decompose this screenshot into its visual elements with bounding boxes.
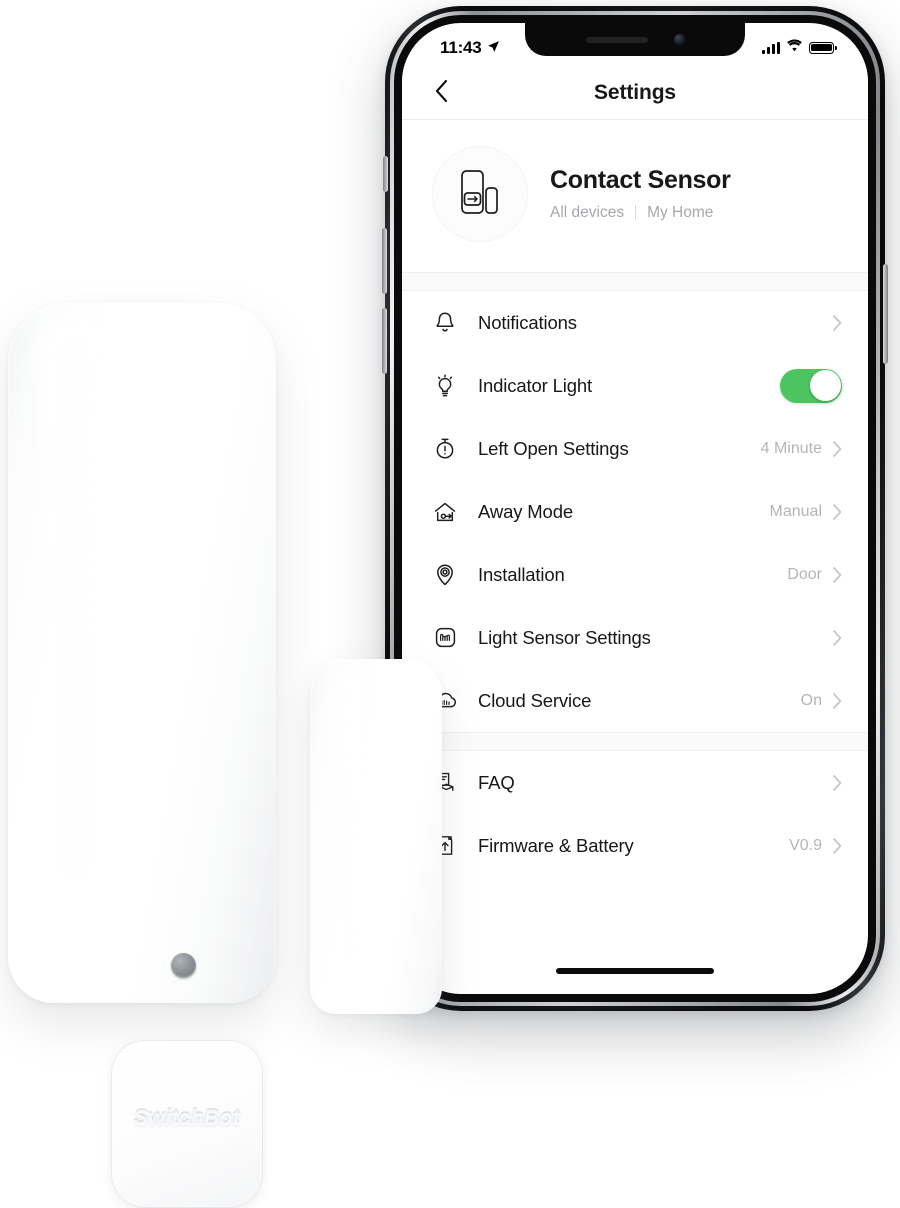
phone-screen: 11:43 Settings Contact Sensor All device… (402, 23, 868, 994)
chevron-right-icon (833, 629, 842, 646)
chevron-right-icon (833, 566, 842, 583)
earpiece-speaker-icon (585, 36, 648, 43)
chevron-right-icon (833, 837, 842, 854)
mute-switch-button[interactable] (383, 156, 388, 192)
settings-row-value: Manual (769, 502, 822, 520)
contact-sensor-body: SwitchBot (8, 303, 276, 1208)
cellular-signal-icon (762, 41, 780, 54)
chevron-right-icon (833, 440, 842, 457)
settings-row-label: Light Sensor Settings (478, 626, 651, 648)
status-bar-left: 11:43 (440, 33, 500, 58)
settings-row-label: Left Open Settings (478, 437, 629, 459)
settings-row-value: Door (787, 565, 822, 583)
sensor-led-dot (171, 953, 196, 978)
settings-row-value: 4 Minute (760, 439, 822, 457)
device-name: Contact Sensor (550, 166, 731, 195)
front-camera-icon (673, 34, 685, 45)
device-group-label: All devices (550, 203, 625, 221)
settings-row-light-sensor-settings[interactable]: Light Sensor Settings (402, 606, 868, 669)
contact-sensor-icon (450, 162, 510, 227)
indicator-light-toggle[interactable] (780, 368, 842, 403)
settings-row-label: FAQ (478, 771, 515, 793)
settings-row-label: Firmware & Battery (478, 834, 634, 856)
settings-section-support: FAQ Firmware & Battery V0.9 (402, 751, 868, 877)
volume-up-button[interactable] (382, 228, 387, 294)
back-button[interactable] (424, 76, 458, 110)
settings-row-cloud-service[interactable]: Cloud Service On (402, 669, 868, 732)
timer-icon (430, 434, 460, 464)
chevron-right-icon (833, 692, 842, 709)
settings-row-label: Notifications (478, 311, 577, 333)
location-arrow-icon (487, 38, 500, 58)
phone-mockup: 11:43 Settings Contact Sensor All device… (382, 6, 888, 1011)
settings-row-notifications[interactable]: Notifications (402, 291, 868, 354)
settings-row-value: V0.9 (789, 836, 822, 854)
bell-icon (430, 308, 460, 338)
settings-row-left-open-settings[interactable]: Left Open Settings 4 Minute (402, 417, 868, 480)
device-header[interactable]: Contact Sensor All devices My Home (402, 120, 868, 272)
chevron-right-icon (833, 774, 842, 791)
settings-row-firmware-battery[interactable]: Firmware & Battery V0.9 (402, 814, 868, 877)
switchbot-logo: SwitchBot (133, 1106, 241, 1129)
settings-row-label: Away Mode (478, 500, 573, 522)
chevron-right-icon (833, 503, 842, 520)
chevron-left-icon (435, 79, 448, 107)
section-divider-help (402, 732, 868, 751)
location-pin-icon (430, 560, 460, 590)
device-subtitle: All devices My Home (550, 204, 731, 222)
battery-full-icon (809, 41, 837, 54)
settings-row-away-mode[interactable]: Away Mode Manual (402, 480, 868, 543)
settings-row-value: On (800, 691, 822, 709)
home-indicator[interactable] (556, 968, 714, 974)
phone-notch (525, 23, 745, 56)
device-meta: Contact Sensor All devices My Home (550, 166, 731, 222)
section-divider-top (402, 272, 868, 291)
status-bar-time: 11:43 (440, 37, 482, 57)
navigation-bar: Settings (402, 67, 868, 120)
settings-row-label: Cloud Service (478, 689, 592, 711)
device-thumbnail (432, 146, 528, 242)
subtitle-separator (635, 205, 637, 221)
chevron-right-icon (833, 314, 842, 331)
settings-row-installation[interactable]: Installation Door (402, 543, 868, 606)
lightbulb-icon (430, 371, 460, 401)
light-sensor-icon (430, 623, 460, 653)
contact-sensor-magnet (310, 659, 442, 1014)
page-title: Settings (593, 81, 677, 104)
device-home-label: My Home (647, 203, 714, 221)
power-button[interactable] (883, 264, 888, 364)
settings-row-indicator-light[interactable]: Indicator Light (402, 354, 868, 417)
sensor-press-button: SwitchBot (111, 1040, 263, 1208)
settings-row-label: Indicator Light (478, 374, 592, 396)
settings-row-label: Installation (478, 563, 565, 585)
status-bar-right (762, 34, 837, 57)
toggle-knob (809, 370, 841, 401)
settings-row-faq[interactable]: FAQ (402, 751, 868, 814)
wifi-icon (786, 38, 803, 57)
volume-down-button[interactable] (382, 308, 387, 374)
settings-section-primary: Notifications Indicator Light Left Open … (402, 291, 868, 732)
house-away-icon (430, 497, 460, 527)
